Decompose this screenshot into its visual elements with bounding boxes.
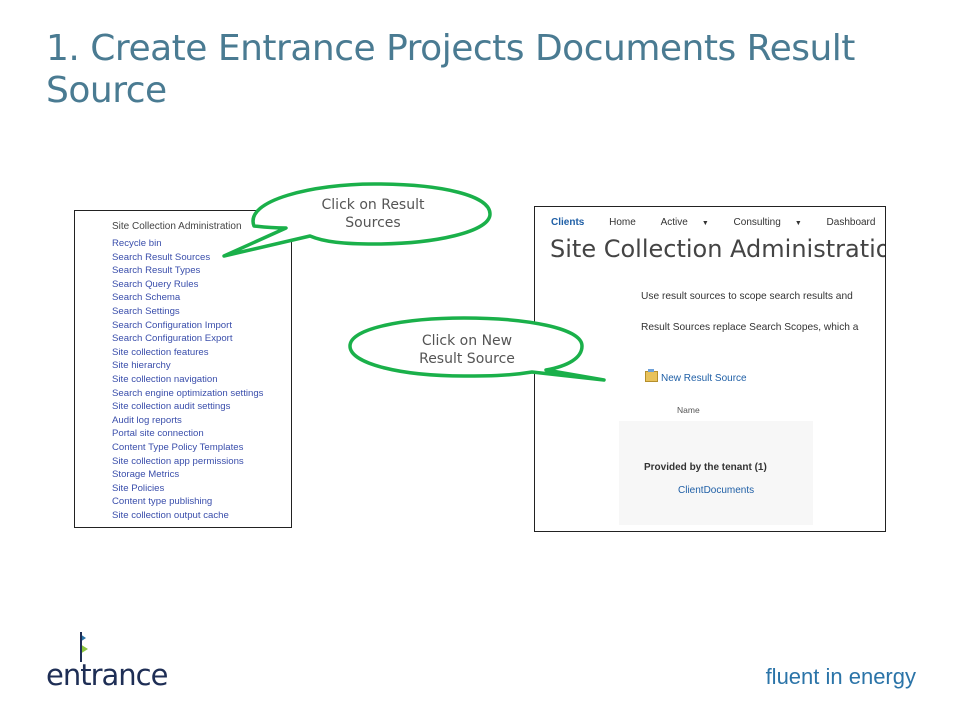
settings-link[interactable]: Search engine optimization settings [112,387,263,401]
caret-down-icon: ▼ [794,220,802,227]
settings-link[interactable]: Site hierarchy [112,359,263,373]
settings-link-list: Recycle bin Search Result Sources Search R… [112,237,263,522]
top-navigation: Clients Home Active ▼ Consulting ▼ Dashboa… [551,217,885,228]
page-title: Site Collection Administration [550,235,886,263]
settings-link[interactable]: Portal site connection [112,427,263,441]
description-line-2: Result Sources replace Search Scopes, wh… [641,322,859,333]
callout-line: Sources [345,215,401,231]
nav-home[interactable]: Home [609,217,636,228]
group-header[interactable]: Provided by the tenant (1) [644,462,767,473]
settings-link[interactable]: Audit log reports [112,414,263,428]
settings-link[interactable]: Search Configuration Export [112,332,263,346]
result-source-item[interactable]: ClientDocuments [678,485,754,496]
column-header-name[interactable]: Name [677,405,700,415]
settings-link[interactable]: Site collection audit settings [112,400,263,414]
settings-link[interactable]: Content Type Policy Templates [112,441,263,455]
settings-link[interactable]: Site collection features [112,346,263,360]
logo-wordmark: entrance [46,658,168,692]
nav-active[interactable]: Active ▼ [661,217,709,228]
callout-line: Click on Result [321,197,425,213]
settings-link[interactable]: Search Schema [112,291,263,305]
nav-clients[interactable]: Clients [551,217,584,228]
results-panel [619,421,813,525]
description-line-1: Use result sources to scope search resul… [641,291,853,302]
settings-link[interactable]: Storage Metrics [112,468,263,482]
settings-link[interactable]: Search Configuration Import [112,319,263,333]
callout-line: Result Source [419,351,515,367]
new-result-source-label: New Result Source [661,373,747,384]
nav-dashboard[interactable]: Dashboard [827,217,876,228]
tagline: fluent in energy [765,664,916,689]
settings-link[interactable]: Search Result Types [112,264,263,278]
settings-link[interactable]: Site collection navigation [112,373,263,387]
callout-new-result-source-text: Click on New Result Source [394,332,540,368]
slide-title: 1. Create Entrance Projects Documents Re… [46,28,855,111]
nav-active-label: Active [660,217,688,228]
callout-result-sources-text: Click on Result Sources [296,196,450,232]
settings-link[interactable]: Site collection app permissions [112,455,263,469]
settings-link[interactable]: Content type publishing [112,495,263,509]
new-result-source-link[interactable]: New Result Source [645,369,747,384]
new-item-icon [645,369,658,382]
caret-down-icon: ▼ [701,220,709,227]
settings-link[interactable]: Site collection output cache [112,509,263,523]
nav-consulting[interactable]: Consulting ▼ [734,217,802,228]
settings-link[interactable]: Search Settings [112,305,263,319]
callout-line: Click on New [421,333,513,349]
nav-consulting-label: Consulting [733,217,781,228]
settings-link[interactable]: Search Query Rules [112,278,263,292]
settings-link[interactable]: Site Policies [112,482,263,496]
